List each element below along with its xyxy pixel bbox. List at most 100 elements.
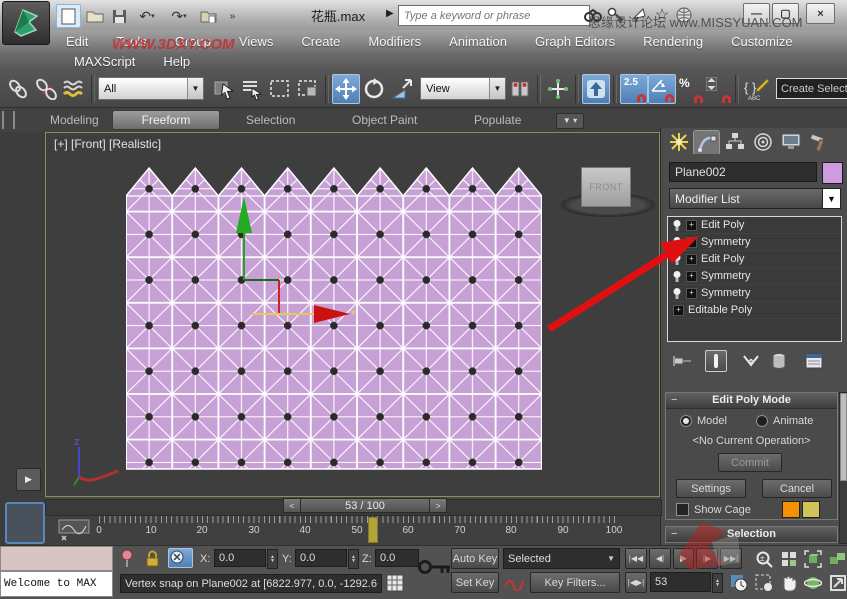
key-filters-button[interactable]: Key Filters... (530, 572, 620, 593)
visibility-bulb-icon[interactable] (672, 270, 682, 283)
globe-help-icon[interactable] (674, 5, 694, 25)
create-tab-icon[interactable] (665, 130, 692, 154)
transform-typein-mode-icon[interactable] (168, 548, 193, 568)
go-to-end-button[interactable]: ▶▶| (720, 548, 742, 569)
keyboard-shortcut-override-icon[interactable] (582, 74, 610, 104)
motion-tab-icon[interactable] (749, 130, 776, 154)
ribbon-tab-modeling[interactable]: Modeling (42, 111, 107, 129)
track-bar[interactable]: 0 10 20 30 40 50 60 70 80 90 100 (45, 516, 660, 546)
next-frame-button[interactable]: |▶ (696, 548, 718, 569)
model-radio[interactable]: Model (680, 415, 727, 427)
unlink-selection-icon[interactable] (32, 74, 60, 104)
search-input[interactable] (398, 5, 590, 26)
expand-plus-icon[interactable] (686, 254, 697, 265)
orbit-icon[interactable] (801, 572, 824, 593)
expand-plus-icon[interactable] (686, 220, 697, 231)
minimize-button[interactable]: — (743, 3, 770, 24)
stack-row-edit-poly[interactable]: Edit Poly (668, 217, 841, 234)
settings-button[interactable]: Settings (676, 479, 746, 498)
configure-modifier-sets-icon[interactable] (801, 350, 827, 372)
time-slider-label[interactable]: 53 / 100 (301, 498, 429, 513)
current-frame-marker[interactable] (368, 517, 378, 543)
redo-button[interactable]: ↷▾ (163, 4, 195, 28)
ribbon-tab-populate[interactable]: Populate (466, 111, 529, 129)
named-selection-set-field[interactable]: Create Selection (776, 78, 847, 99)
expand-plus-icon[interactable] (686, 271, 697, 282)
panel-scrollbar[interactable] (839, 392, 847, 544)
ribbon-tab-selection[interactable]: Selection (238, 111, 303, 129)
time-configuration-icon[interactable] (727, 572, 750, 593)
menu-animation[interactable]: Animation (435, 34, 521, 49)
modifier-stack-list[interactable]: Edit Poly Symmetry Edit Poly Symmetry Sy… (667, 216, 842, 342)
show-end-result-icon[interactable] (705, 350, 727, 372)
expand-plus-icon[interactable] (686, 237, 697, 248)
visibility-bulb-icon[interactable] (672, 219, 682, 232)
menu-create[interactable]: Create (287, 34, 354, 49)
modify-tab-icon[interactable] (693, 130, 720, 154)
cancel-button[interactable]: Cancel (762, 479, 832, 498)
use-pivot-point-center-icon[interactable] (506, 74, 534, 104)
viewport-layout-tab-button[interactable] (5, 502, 45, 544)
save-icon[interactable] (107, 4, 132, 28)
time-slider-handle[interactable]: < 53 / 100 > (283, 498, 447, 513)
zoom-icon[interactable]: ± (752, 548, 775, 569)
zoom-extents-all-icon[interactable] (826, 548, 847, 569)
key-icon[interactable] (606, 5, 626, 25)
remove-modifier-icon[interactable] (767, 350, 791, 372)
star-favorites-icon[interactable]: ☆ (652, 5, 672, 25)
current-frame-field[interactable]: 53 (650, 572, 711, 592)
select-and-manipulate-icon[interactable] (544, 74, 572, 104)
transform-gizmo[interactable]: * (46, 133, 660, 497)
selection-lock-icon[interactable] (145, 550, 160, 572)
ribbon-tab-freeform[interactable]: Freeform (112, 110, 220, 130)
project-folder-icon[interactable] (196, 4, 221, 28)
menu-graph-editors[interactable]: Graph Editors (521, 34, 629, 49)
front-gizmo-cube[interactable]: FRONT (581, 167, 631, 207)
maxscript-mini-listener[interactable] (0, 546, 113, 571)
key-step-toggle[interactable]: |◀▶| (625, 572, 647, 593)
cage-color-swatch[interactable] (782, 501, 800, 518)
satellite-icon[interactable] (629, 5, 649, 25)
x-spinner[interactable]: ▲▼ (267, 549, 278, 569)
bind-to-space-warp-icon[interactable] (60, 74, 88, 104)
stack-row-symmetry[interactable]: Symmetry (668, 285, 841, 302)
angle-snap-toggle-icon[interactable] (648, 74, 676, 104)
snaps-toggle-2.5d-icon[interactable]: 2.5 (620, 74, 648, 104)
select-and-link-icon[interactable] (4, 74, 32, 104)
previous-frame-arrow[interactable]: < (283, 498, 301, 513)
percent-snap-toggle-icon[interactable]: % (676, 74, 704, 104)
zoom-extents-icon[interactable] (801, 548, 824, 569)
menu-help[interactable]: Help (149, 54, 204, 69)
menu-edit[interactable]: Edit (52, 34, 102, 49)
go-to-start-button[interactable]: |◀◀ (625, 548, 647, 569)
animate-radio[interactable]: Animate (756, 415, 813, 427)
select-object-icon[interactable] (210, 74, 238, 104)
hierarchy-tab-icon[interactable] (721, 130, 748, 154)
quick-access-overflow-icon[interactable]: » (220, 4, 245, 28)
expand-plus-icon[interactable] (673, 305, 684, 316)
frame-spinner[interactable]: ▲▼ (712, 573, 723, 593)
menu-tools[interactable]: Tools (102, 34, 160, 49)
z-coordinate-field[interactable]: 0.0 (375, 549, 419, 567)
visibility-bulb-icon[interactable] (672, 287, 682, 300)
stack-row-editable-poly[interactable]: Editable Poly (668, 302, 841, 319)
select-by-name-icon[interactable] (238, 74, 266, 104)
rectangular-selection-region-icon[interactable] (266, 74, 294, 104)
ribbon-drag-handle[interactable] (2, 111, 15, 129)
x-coordinate-field[interactable]: 0.0 (214, 549, 266, 567)
maxscript-listener-output[interactable]: Welcome to MAX (0, 571, 113, 597)
open-file-icon[interactable] (82, 4, 107, 28)
grid-settings-icon[interactable] (386, 574, 404, 597)
previous-frame-button[interactable]: ◀| (649, 548, 671, 569)
menu-maxscript[interactable]: MAXScript (60, 54, 149, 69)
application-menu-button[interactable] (2, 1, 50, 45)
ribbon-tab-object-paint[interactable]: Object Paint (344, 111, 425, 129)
play-button[interactable]: ▶ (673, 548, 694, 569)
stack-row-symmetry[interactable]: Symmetry (668, 268, 841, 285)
stack-row-edit-poly[interactable]: Edit Poly (668, 251, 841, 268)
set-key-button[interactable]: Set Key (451, 572, 499, 593)
next-frame-arrow[interactable]: > (429, 498, 447, 513)
y-coordinate-field[interactable]: 0.0 (295, 549, 347, 567)
visibility-bulb-icon[interactable] (672, 236, 682, 249)
menu-views[interactable]: Views (225, 34, 287, 49)
